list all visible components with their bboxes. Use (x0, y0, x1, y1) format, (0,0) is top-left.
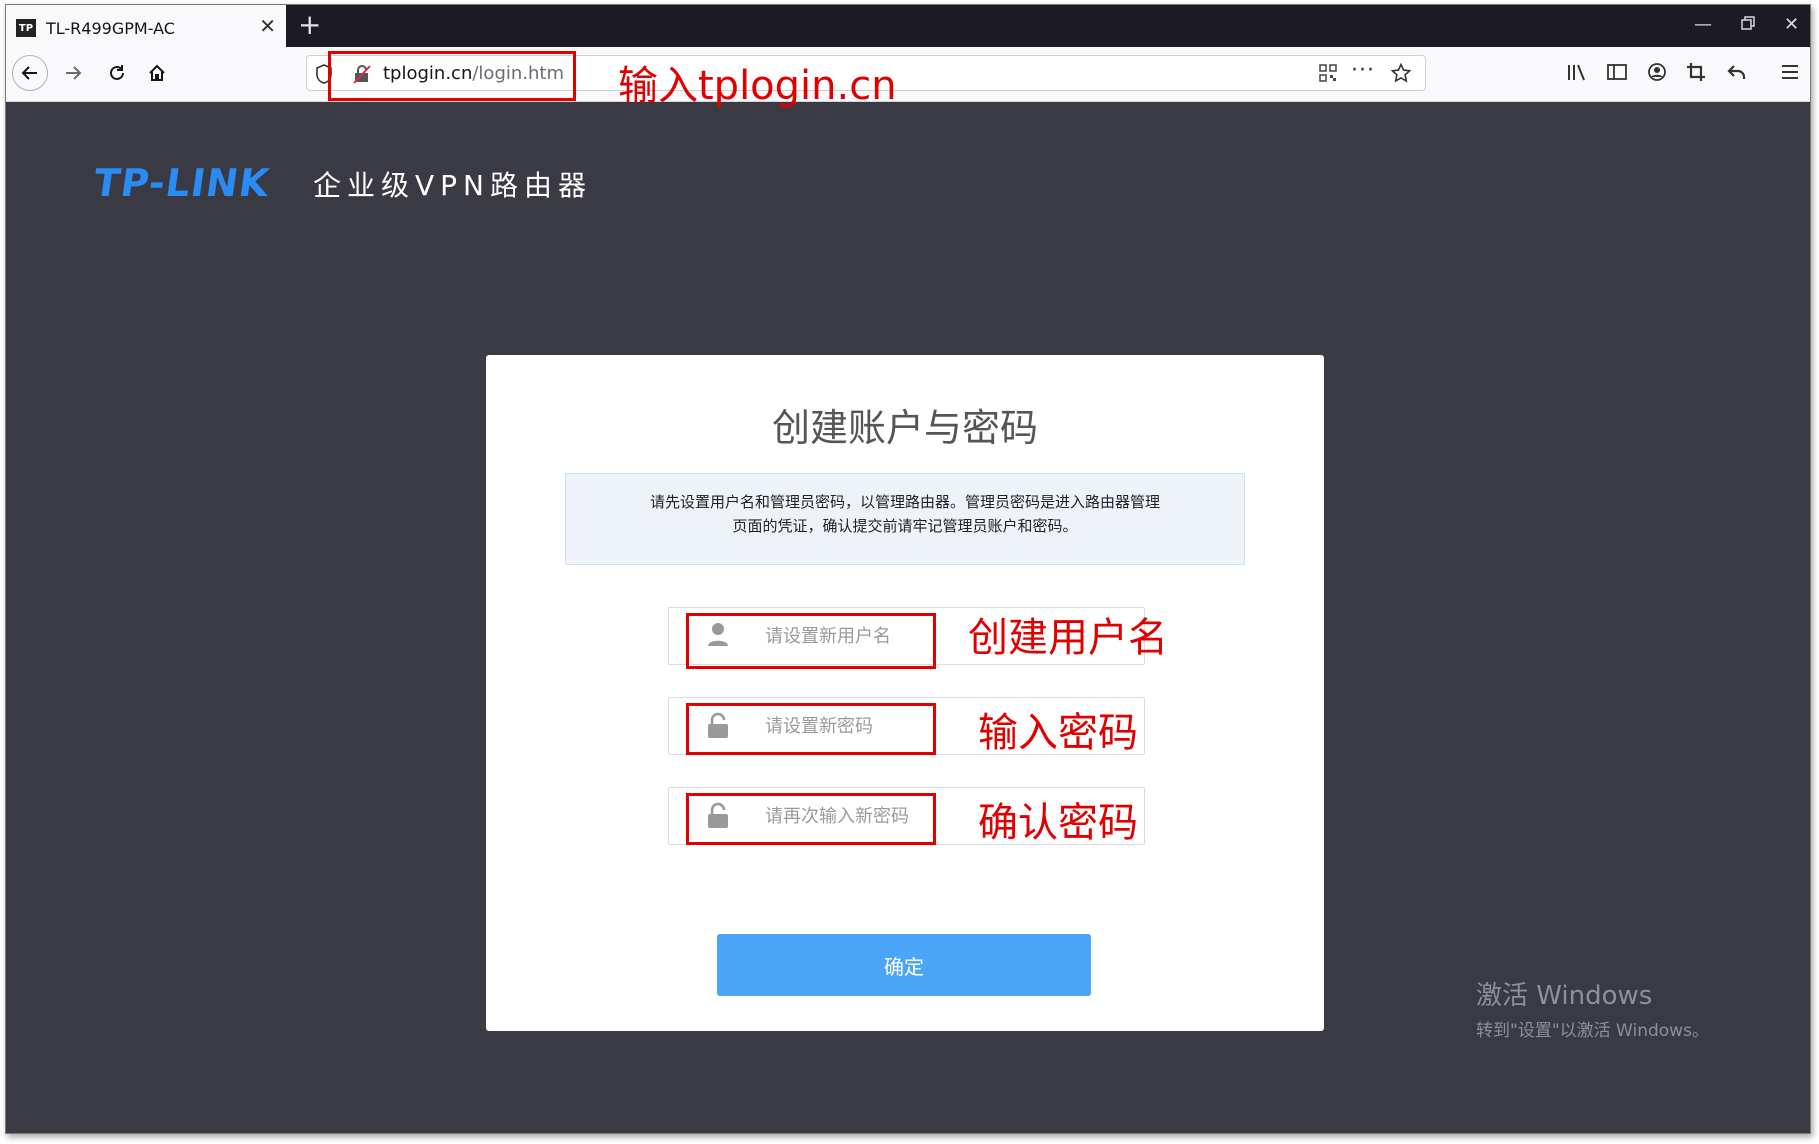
library-icon[interactable] (1566, 62, 1588, 86)
qr-code-icon[interactable] (1319, 64, 1337, 86)
confirm-annotation: 确认密码 (978, 800, 1138, 846)
username-annotation: 创建用户名 (968, 615, 1168, 661)
forward-arrow-icon[interactable] (58, 55, 88, 91)
undo-arrow-icon[interactable] (1726, 62, 1748, 86)
minimize-icon[interactable]: — (1694, 15, 1712, 35)
tab-strip: TP TL-R499GPM-AC ✕ + — ✕ (6, 5, 1810, 51)
tp-link-favicon-icon: TP (16, 19, 36, 37)
crop-screenshot-icon[interactable] (1686, 62, 1708, 86)
sidebar-icon[interactable] (1606, 62, 1628, 86)
browser-window: TP TL-R499GPM-AC ✕ + — ✕ tplogin.cn/logi… (5, 4, 1811, 1134)
watermark-subtitle: 转到"设置"以激活 Windows。 (1476, 1021, 1709, 1041)
reload-icon[interactable] (102, 55, 132, 91)
home-icon[interactable] (142, 55, 172, 91)
menu-hamburger-icon[interactable] (1780, 62, 1800, 86)
navigation-toolbar: tplogin.cn/login.htm ··· (6, 47, 1810, 102)
notice-box: 请先设置用户名和管理员密码，以管理路由器。管理员密码是进入路由器管理 页面的凭证… (565, 473, 1245, 565)
browser-tab[interactable]: TP TL-R499GPM-AC ✕ (6, 5, 286, 51)
confirm-button[interactable]: 确定 (717, 934, 1091, 996)
back-arrow-icon[interactable] (12, 55, 48, 91)
account-icon[interactable] (1646, 62, 1668, 86)
url-annotation: 输入tplogin.cn (618, 63, 897, 109)
new-tab-icon[interactable]: + (298, 11, 321, 39)
password-highlight-box (686, 703, 936, 755)
create-account-card: 创建账户与密码 请先设置用户名和管理员密码，以管理路由器。管理员密码是进入路由器… (486, 355, 1324, 1031)
password-annotation: 输入密码 (978, 710, 1138, 756)
notice-line-2: 页面的凭证，确认提交前请牢记管理员账户和密码。 (732, 517, 1078, 535)
tp-link-logo: TP-LINK (90, 161, 273, 205)
product-name: 企业级VPN路由器 (313, 169, 592, 202)
notice-line-1: 请先设置用户名和管理员密码，以管理路由器。管理员密码是进入路由器管理 (649, 493, 1160, 511)
close-tab-icon[interactable]: ✕ (259, 16, 276, 36)
url-highlight-box (328, 51, 576, 101)
tab-title: TL-R499GPM-AC (46, 18, 175, 38)
restore-icon[interactable] (1740, 15, 1756, 36)
card-title: 创建账户与密码 (771, 406, 1038, 450)
username-highlight-box (686, 613, 936, 669)
close-window-icon[interactable]: ✕ (1784, 15, 1799, 35)
confirm-highlight-box (686, 793, 936, 845)
page-actions-icon[interactable]: ··· (1351, 58, 1375, 83)
watermark-title: 激活 Windows (1476, 981, 1653, 1011)
windows-activation-watermark: 激活 Windows 转到"设置"以激活 Windows。 (1476, 975, 1709, 1041)
bookmark-star-icon[interactable] (1390, 62, 1412, 87)
